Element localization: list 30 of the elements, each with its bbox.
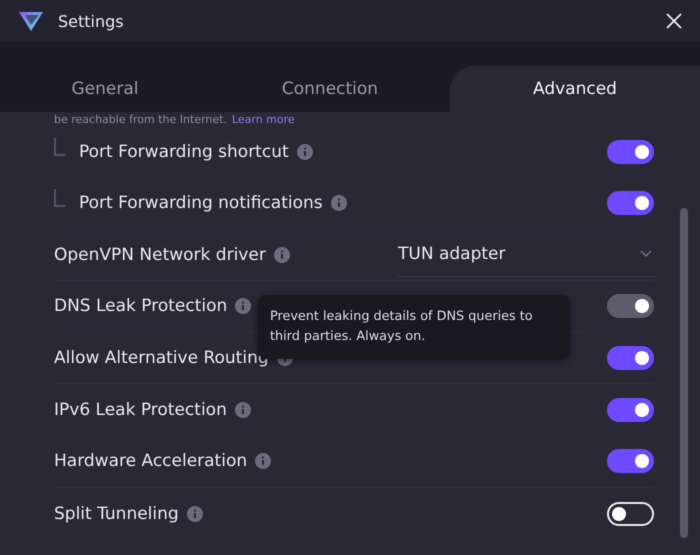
tree-branch-icon [54, 138, 65, 156]
chevron-down-icon [640, 250, 652, 258]
tab[interactable]: Advanced [450, 66, 700, 112]
toggle-switch[interactable] [607, 449, 654, 474]
description-text: be reachable from the Internet. [54, 112, 227, 126]
tree-branch-icon [54, 189, 65, 208]
info-icon[interactable] [234, 402, 251, 418]
info-icon[interactable] [186, 506, 203, 522]
toggle-switch[interactable] [607, 398, 654, 422]
toggle-switch[interactable] [607, 191, 654, 216]
info-icon[interactable] [255, 453, 272, 470]
setting-label: Port Forwarding notifications [79, 193, 323, 214]
window-title: Settings [58, 12, 125, 30]
learn-more-link[interactable]: Learn more [232, 112, 295, 126]
close-icon[interactable] [666, 13, 682, 29]
setting-label: Hardware Acceleration [54, 451, 248, 472]
logo-icon [18, 10, 44, 32]
tab[interactable]: Connection [210, 66, 450, 112]
info-icon[interactable] [330, 195, 347, 212]
setting-label: Port Forwarding shortcut [79, 142, 289, 162]
setting-label: OpenVPN Network driver [54, 244, 266, 265]
driver-dropdown[interactable]: TUN adapter [398, 232, 656, 277]
setting-label: DNS Leak Protection [54, 296, 228, 316]
setting-label: Split Tunneling [54, 504, 179, 524]
toggle-switch[interactable] [607, 140, 654, 164]
info-icon[interactable] [274, 246, 290, 263]
tab[interactable]: General [0, 66, 210, 112]
setting-label: IPv6 Leak Protection [54, 400, 227, 420]
toggle-switch[interactable] [607, 346, 654, 370]
info-icon[interactable] [296, 144, 313, 160]
